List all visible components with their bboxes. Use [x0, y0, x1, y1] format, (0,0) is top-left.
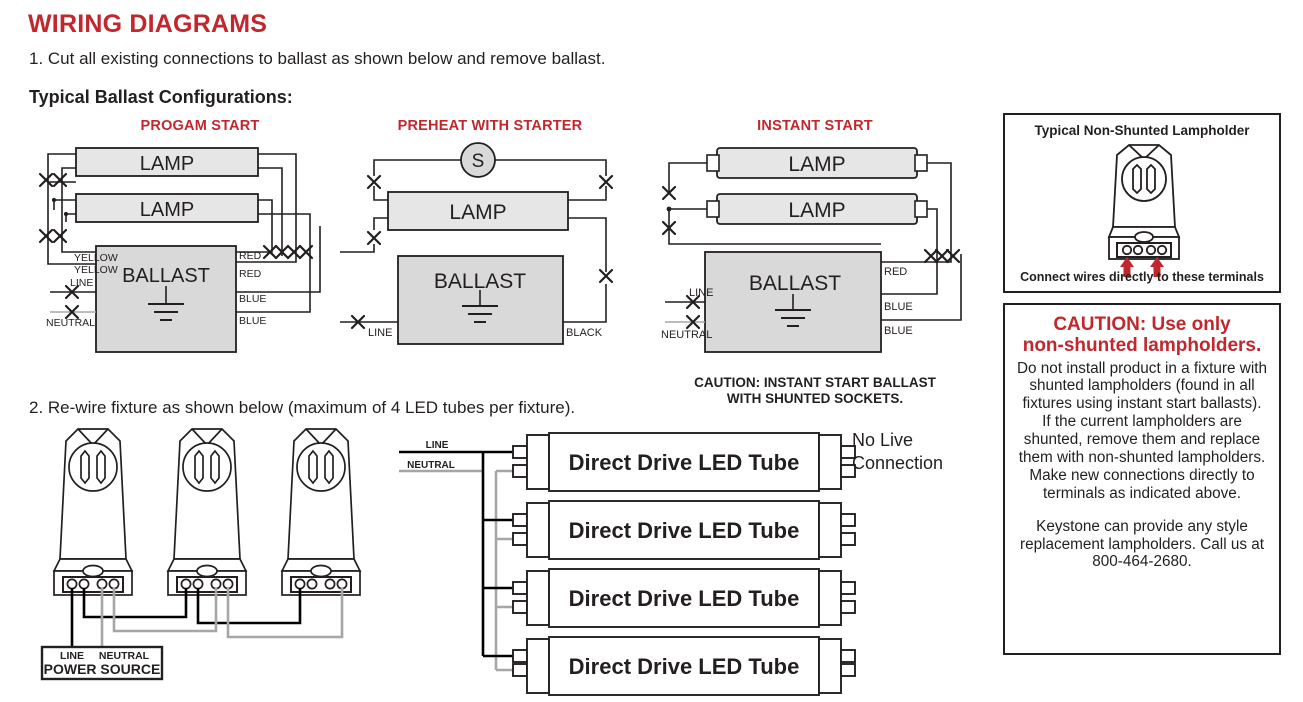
- lampholder-3: [280, 428, 362, 596]
- feed-line-label: LINE: [426, 440, 449, 451]
- wire-label-line: LINE: [368, 327, 392, 339]
- led-tube-label: Direct Drive LED Tube: [569, 518, 800, 543]
- lamp-label: LAMP: [788, 199, 845, 222]
- wire-label-neutral: NEUTRAL: [46, 317, 95, 329]
- led-tubes-schematic: LINE NEUTRAL Direct Drive LED Tube Direc…: [399, 432, 856, 696]
- junction-dot: [51, 197, 57, 203]
- instant-start-title: INSTANT START: [757, 118, 873, 134]
- lamp-label: LAMP: [449, 201, 506, 224]
- ballast-label: BALLAST: [749, 272, 841, 295]
- wire-label-yellow-1: YELLOW: [74, 252, 118, 264]
- lampholder-box-title: Typical Non-Shunted Lampholder: [1034, 123, 1250, 138]
- ballast-label: BALLAST: [434, 270, 526, 293]
- step-2-instruction: 2. Re-wire fixture as shown below (maxim…: [29, 398, 576, 417]
- typical-non-shunted-lampholder-box: Typical Non-Shunted Lampholder Connect w…: [1003, 113, 1281, 293]
- wire-label-red-1: RED: [239, 250, 262, 262]
- wire-label-black: BLACK: [566, 327, 603, 339]
- instant-start-caution-line-1: CAUTION: INSTANT START BALLAST: [694, 375, 936, 390]
- led-tubes-diagram: LINE NEUTRAL Direct Drive LED Tube Direc…: [395, 425, 856, 696]
- caution-heading: CAUTION: Use only non-shunted lampholder…: [1017, 314, 1267, 357]
- lampholder-box-footer: Connect wires directly to these terminal…: [1020, 270, 1264, 284]
- instant-start-caution-line-2: WITH SHUNTED SOCKETS.: [726, 391, 904, 407]
- led-tube-label: Direct Drive LED Tube: [569, 586, 800, 611]
- program-start-schematic: LAMP LAMP BALLAST YELLOW YELLOW LINE NEU…: [38, 147, 321, 353]
- caution-box: CAUTION: Use only non-shunted lampholder…: [1003, 303, 1281, 655]
- ballast-label: BALLAST: [122, 265, 210, 287]
- wire-label-neutral: NEUTRAL: [661, 329, 712, 341]
- lampholder-1: [52, 428, 134, 596]
- program-start-title: PROGAM START: [140, 118, 260, 134]
- wire-label-red-2: RED: [239, 268, 262, 280]
- lamp-label: LAMP: [788, 153, 845, 176]
- wire-label-blue-1: BLUE: [884, 301, 913, 313]
- rewire-lampholders-diagram: LINE NEUTRAL POWER SOURCE: [30, 425, 390, 681]
- wire-label-blue-2: BLUE: [884, 325, 913, 337]
- preheat-with-starter-diagram: PREHEAT WITH STARTER S LAMP BALLAST LINE…: [340, 118, 640, 345]
- caution-heading-line-1: CAUTION: Use only: [1053, 314, 1231, 335]
- caution-heading-line-2: non-shunted lampholders.: [1022, 335, 1262, 357]
- wire-label-blue-2: BLUE: [239, 315, 266, 327]
- typical-ballast-configurations-label: Typical Ballast Configurations:: [29, 87, 293, 107]
- wire-label-red: RED: [884, 266, 907, 278]
- page-title: WIRING DIAGRAMS: [28, 10, 268, 38]
- instant-start-diagram: INSTANT START LAMP LAMP BALLAST RED BLUE…: [655, 118, 975, 406]
- lamp-label: LAMP: [140, 199, 194, 221]
- power-source-title: POWER SOURCE: [44, 661, 161, 677]
- wire-label-blue-1: BLUE: [239, 293, 266, 305]
- step-1-instruction: 1. Cut all existing connections to balla…: [29, 49, 606, 68]
- preheat-schematic: S LAMP BALLAST LINE BLACK: [340, 142, 614, 345]
- lamp-label: LAMP: [140, 153, 194, 175]
- lampholder-illustration: [1107, 144, 1181, 277]
- preheat-with-starter-title: PREHEAT WITH STARTER: [397, 118, 583, 134]
- instant-start-schematic: LAMP LAMP BALLAST RED BLUE BLUE LINE NEU…: [661, 147, 962, 353]
- junction-dot: [666, 206, 672, 212]
- wire-label-yellow-2: YELLOW: [74, 264, 118, 276]
- wire-label-line: LINE: [70, 277, 93, 289]
- instant-start-caution: CAUTION: INSTANT START BALLAST WITH SHUN…: [665, 375, 965, 408]
- wire-label-line: LINE: [689, 287, 713, 299]
- neutral-branches: [496, 469, 513, 672]
- caution-contact-text: Keystone can provide any style replaceme…: [1019, 517, 1265, 571]
- junction-dot: [63, 211, 69, 217]
- led-tube-label: Direct Drive LED Tube: [569, 450, 800, 475]
- lampholders-and-power-source: LINE NEUTRAL POWER SOURCE: [40, 428, 362, 681]
- led-tube-label: Direct Drive LED Tube: [569, 654, 800, 679]
- line-branches: [483, 450, 513, 658]
- caution-body-text: Do not install product in a fixture with…: [1017, 359, 1267, 502]
- program-start-diagram: PROGAM START LAMP LAMP BALLAST YELLOW YE…: [28, 118, 338, 358]
- feed-neutral-label: NEUTRAL: [407, 460, 455, 471]
- no-live-connection-line-1: No Live: [852, 430, 914, 450]
- lampholder-2: [166, 428, 248, 596]
- no-live-connection-note: No Live Connection: [852, 429, 943, 474]
- starter-label: S: [472, 151, 485, 172]
- no-live-connection-line-2: Connection: [852, 452, 944, 473]
